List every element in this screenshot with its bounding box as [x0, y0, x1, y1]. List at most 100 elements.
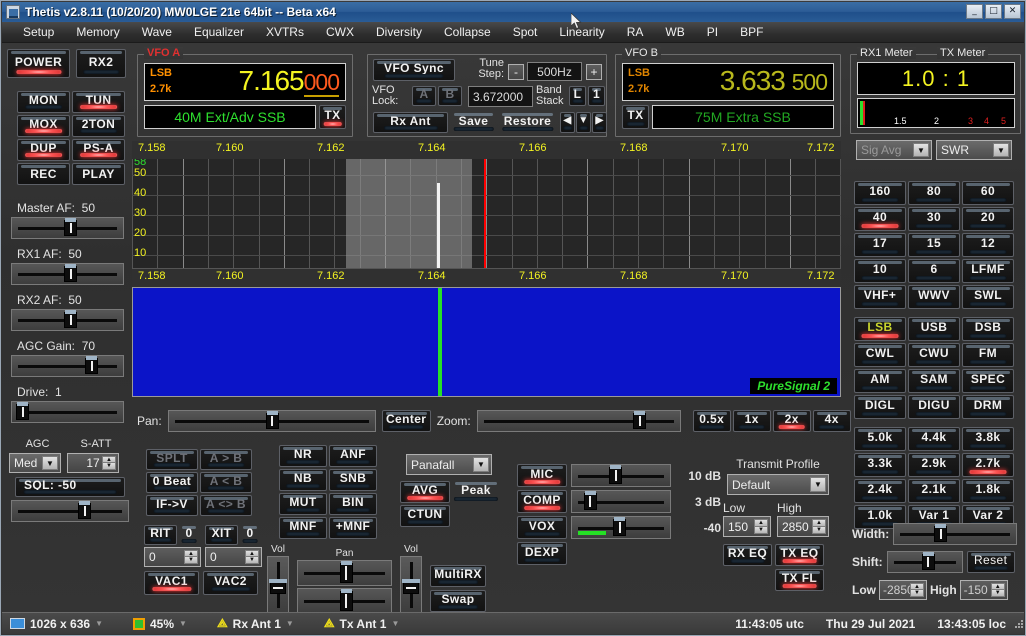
satt-stepper[interactable]: 17 ▲ ▼: [67, 453, 119, 473]
chevron-down-icon[interactable]: ▼: [95, 619, 103, 628]
band-lfmf-button[interactable]: LFMF: [962, 259, 1014, 283]
rx-eq-button[interactable]: RX EQ: [723, 544, 772, 566]
mox-button[interactable]: MOX: [17, 115, 70, 137]
filter-3-3k-button[interactable]: 3.3k: [854, 453, 906, 477]
center-button[interactable]: Center: [381, 410, 431, 432]
dup-button[interactable]: DUP: [17, 139, 70, 161]
vox-button[interactable]: VOX: [517, 516, 567, 539]
panadapter[interactable]: 50 40 30 20 10 58: [132, 159, 841, 269]
comp-slider[interactable]: [571, 490, 671, 513]
filter-4-4k-button[interactable]: 4.4k: [908, 427, 960, 451]
stepper-down-icon[interactable]: ▼: [812, 526, 826, 534]
pan-slider[interactable]: [167, 410, 376, 432]
a-to-b-button[interactable]: A > B: [200, 449, 252, 470]
tune-step-value[interactable]: 500Hz: [527, 62, 582, 81]
squelch-slider[interactable]: [11, 500, 129, 522]
rec-button[interactable]: REC: [17, 163, 70, 185]
psa-button[interactable]: PS-A: [72, 139, 125, 161]
comp-button[interactable]: COMP: [517, 490, 567, 513]
zoom-2x-button[interactable]: 2x: [772, 410, 811, 432]
nav-right-button[interactable]: ▶: [592, 112, 607, 133]
display-mode-select[interactable]: Panafall ▼: [406, 454, 492, 475]
mut-button[interactable]: MUT: [279, 493, 327, 515]
stepper-down-icon[interactable]: ▼: [245, 556, 259, 564]
rx1-vol-slider[interactable]: [267, 556, 289, 614]
nr-button[interactable]: NR: [279, 445, 327, 467]
mode-am-button[interactable]: AM: [854, 369, 906, 393]
vfo-a-tx-button[interactable]: TX: [319, 105, 346, 129]
shift-reset-button[interactable]: Reset: [966, 551, 1015, 573]
zoom-4x-button[interactable]: 4x: [812, 410, 851, 432]
filter-1-8k-button[interactable]: 1.8k: [962, 479, 1014, 503]
vfo-b-tx-button[interactable]: TX: [622, 105, 649, 129]
chevron-down-icon[interactable]: ▼: [42, 456, 58, 470]
status-resolution[interactable]: 1026 x 636 ▼: [2, 617, 111, 631]
tun-button[interactable]: TUN: [72, 91, 125, 113]
vac1-button[interactable]: VAC1: [144, 571, 199, 595]
zero-beat-button[interactable]: 0 Beat: [146, 472, 198, 493]
bin-button[interactable]: BIN: [329, 493, 377, 515]
band-swl-button[interactable]: SWL: [962, 285, 1014, 309]
menu-item-xvtrs[interactable]: XVTRs: [255, 23, 315, 41]
vfo-b-display[interactable]: LSB 2.7k 3.633 500: [622, 63, 834, 101]
resize-grip-icon[interactable]: [1014, 619, 1024, 629]
menu-item-setup[interactable]: Setup: [12, 23, 65, 41]
save-button[interactable]: Save: [451, 112, 496, 133]
menu-item-equalizer[interactable]: Equalizer: [183, 23, 255, 41]
filter-2-9k-button[interactable]: 2.9k: [908, 453, 960, 477]
mode-sam-button[interactable]: SAM: [908, 369, 960, 393]
rx2-pan-slider[interactable]: [297, 588, 392, 614]
chevron-down-icon[interactable]: ▼: [286, 619, 294, 628]
stepper-down-icon[interactable]: ▼: [102, 462, 116, 470]
band-6-button[interactable]: 6: [908, 259, 960, 283]
chevron-down-icon[interactable]: ▼: [179, 619, 187, 628]
band-wwv-button[interactable]: WWV: [908, 285, 960, 309]
nb-button[interactable]: NB: [279, 469, 327, 491]
rit-toggle[interactable]: 0: [179, 525, 199, 545]
shift-slider[interactable]: [886, 551, 963, 573]
a-swap-b-button[interactable]: A <> B: [200, 495, 252, 516]
filter-low-stepper[interactable]: -2850 ▲ ▼: [879, 580, 927, 600]
stepper-down-icon[interactable]: ▼: [910, 589, 924, 597]
squelch-button[interactable]: SQL: -50: [15, 477, 125, 497]
band-15-button[interactable]: 15: [908, 233, 960, 257]
chevron-down-icon[interactable]: ▼: [993, 143, 1009, 157]
drive-slider[interactable]: [11, 401, 124, 423]
rit-stepper[interactable]: 0 ▲ ▼: [144, 547, 201, 567]
mode-cwu-button[interactable]: CWU: [908, 343, 960, 367]
mode-fm-button[interactable]: FM: [962, 343, 1014, 367]
maximize-button[interactable]: □: [985, 4, 1002, 19]
menu-item-pi[interactable]: PI: [696, 23, 729, 41]
rx1af-slider[interactable]: [11, 263, 124, 285]
mode-lsb-button[interactable]: LSB: [854, 317, 906, 341]
xit-stepper[interactable]: 0 ▲ ▼: [205, 547, 262, 567]
mode-cwl-button[interactable]: CWL: [854, 343, 906, 367]
width-slider[interactable]: [893, 523, 1017, 545]
rx2af-slider[interactable]: [11, 309, 124, 331]
band-60-button[interactable]: 60: [962, 181, 1014, 205]
status-cpu[interactable]: 45% ▼: [125, 617, 195, 631]
band-12-button[interactable]: 12: [962, 233, 1014, 257]
snb-button[interactable]: SNB: [329, 469, 377, 491]
filter-2-1k-button[interactable]: 2.1k: [908, 479, 960, 503]
rx2-vol-slider[interactable]: [400, 556, 422, 614]
tx-fl-button[interactable]: TX FL: [775, 569, 824, 591]
vfo-lock-b-button[interactable]: B: [438, 86, 462, 106]
band-30-button[interactable]: 30: [908, 207, 960, 231]
filter-high-stepper[interactable]: -150 ▲ ▼: [959, 580, 1008, 600]
splt-button[interactable]: SPLT: [146, 449, 198, 470]
menu-item-bpf[interactable]: BPF: [729, 23, 774, 41]
swr-select[interactable]: SWR ▼: [936, 140, 1012, 160]
dexp-button[interactable]: DEXP: [517, 542, 567, 565]
tune-step-plus[interactable]: +: [586, 64, 602, 80]
minimize-button[interactable]: _: [966, 4, 983, 19]
mic-button[interactable]: MIC: [517, 464, 567, 487]
tx-eq-button[interactable]: TX EQ: [775, 544, 824, 566]
status-rx-ant[interactable]: ⟁ Rx Ant 1 ▼: [209, 616, 302, 631]
power-button[interactable]: POWER: [7, 49, 70, 78]
mon-button[interactable]: MON: [17, 91, 70, 113]
vfo-a-display[interactable]: LSB 2.7k 7.165000: [144, 63, 346, 101]
mode-spec-button[interactable]: SPEC: [962, 369, 1014, 393]
rx1-pan-slider[interactable]: [297, 560, 392, 586]
mode-usb-button[interactable]: USB: [908, 317, 960, 341]
